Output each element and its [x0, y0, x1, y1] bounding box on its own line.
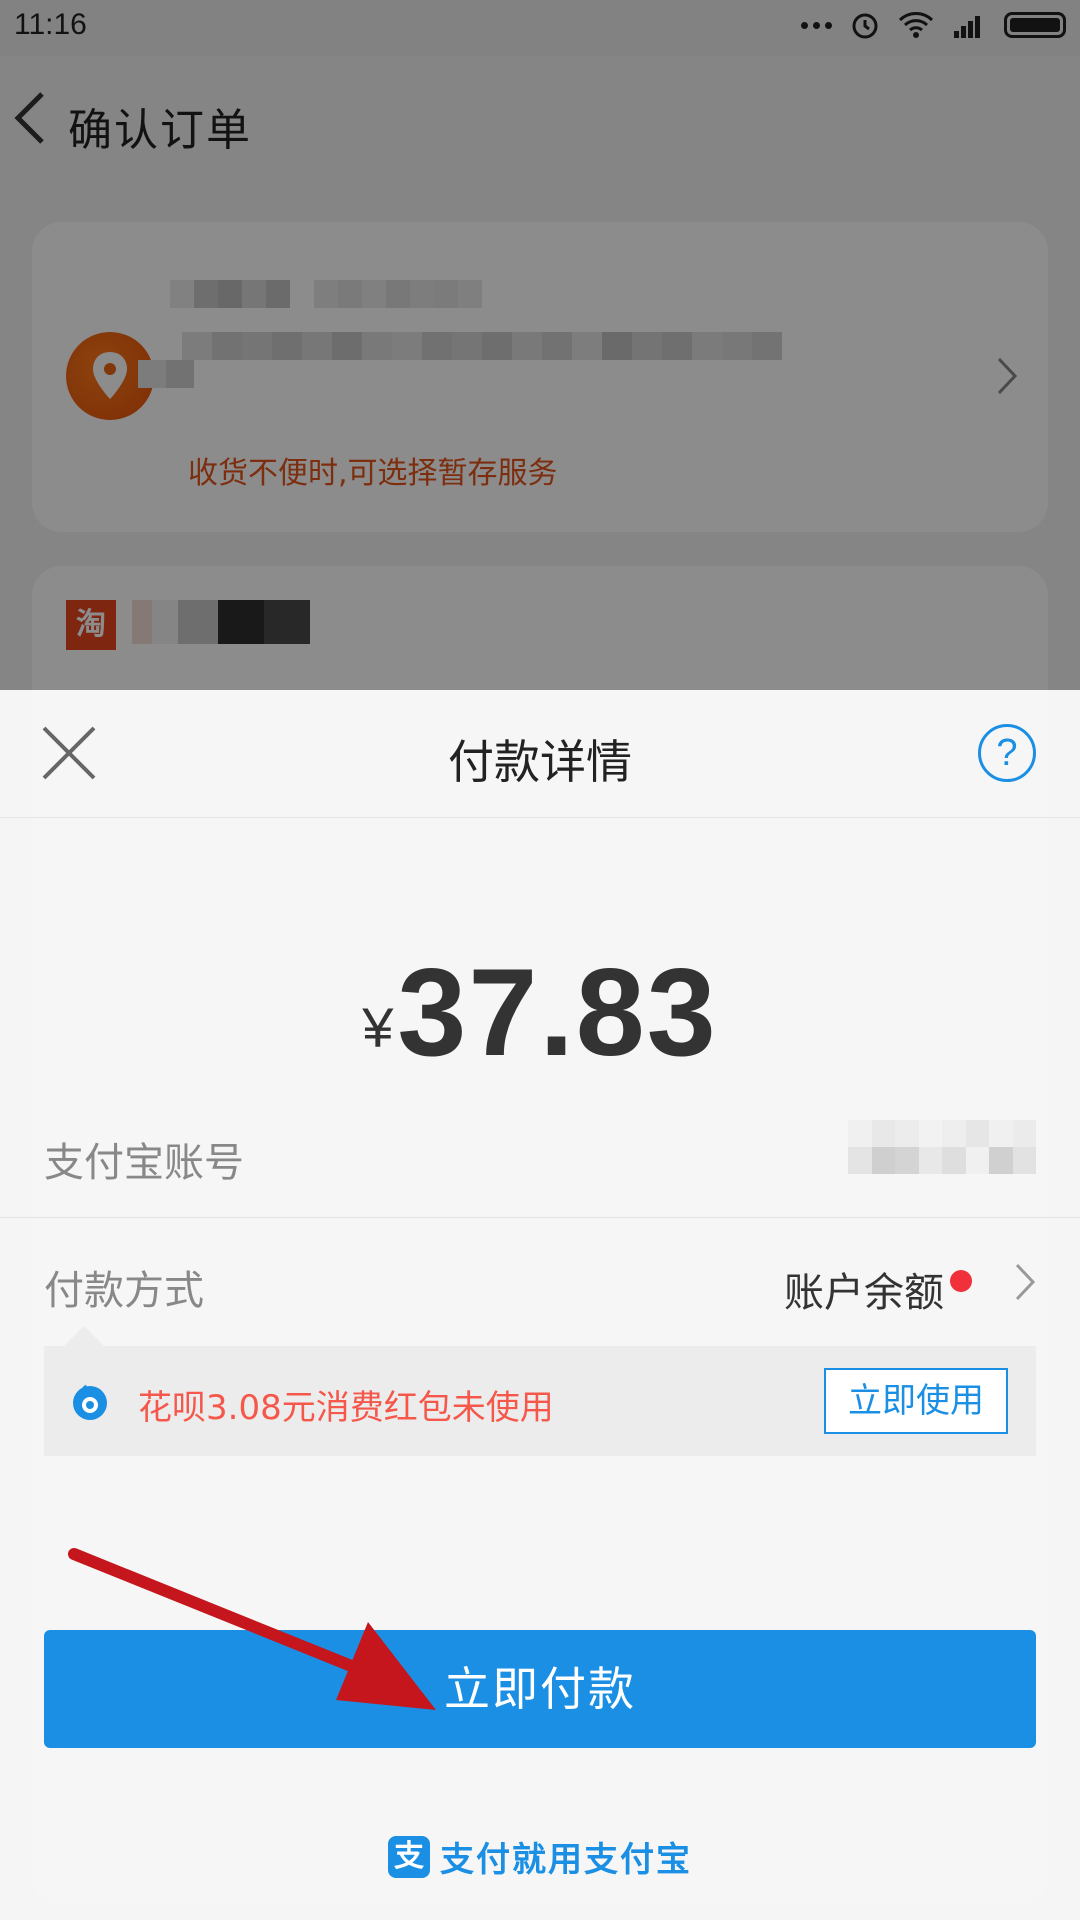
huabei-icon	[73, 1384, 107, 1420]
sheet-title: 付款详情	[448, 735, 632, 789]
huabei-promo-banner: 花呗3.08元消费红包未使用 立即使用	[44, 1346, 1036, 1456]
alipay-account-blurred	[848, 1120, 1036, 1174]
use-now-button[interactable]: 立即使用	[824, 1368, 1008, 1434]
alipay-logo-icon: 支	[388, 1835, 430, 1878]
alipay-account-label: 支付宝账号	[44, 1140, 244, 1186]
help-icon[interactable]: ?	[978, 724, 1036, 782]
alipay-brand: 支 支付就用支付宝	[0, 1832, 1080, 1881]
payment-details-sheet: 付款详情 ? ¥37.83 支付宝账号 付款方式 账户余额 花呗3.08元消费红…	[0, 690, 1080, 1920]
amount-value: 37.83	[397, 944, 718, 1082]
alipay-slogan: 支付就用支付宝	[440, 1840, 692, 1880]
payment-method-value[interactable]: 账户余额	[784, 1260, 944, 1318]
huabei-promo-text: 花呗3.08元消费红包未使用	[138, 1388, 554, 1428]
promo-pointer	[62, 1326, 106, 1348]
payment-amount: ¥37.83	[0, 942, 1080, 1084]
currency-symbol: ¥	[362, 996, 394, 1059]
chevron-right-icon[interactable]	[1014, 1262, 1036, 1302]
payment-method-label: 付款方式	[44, 1268, 204, 1314]
notification-dot	[950, 1270, 972, 1292]
annotation-arrow-icon	[68, 1548, 436, 1710]
sheet-header: 付款详情 ?	[0, 690, 1080, 818]
divider	[0, 1217, 1080, 1218]
